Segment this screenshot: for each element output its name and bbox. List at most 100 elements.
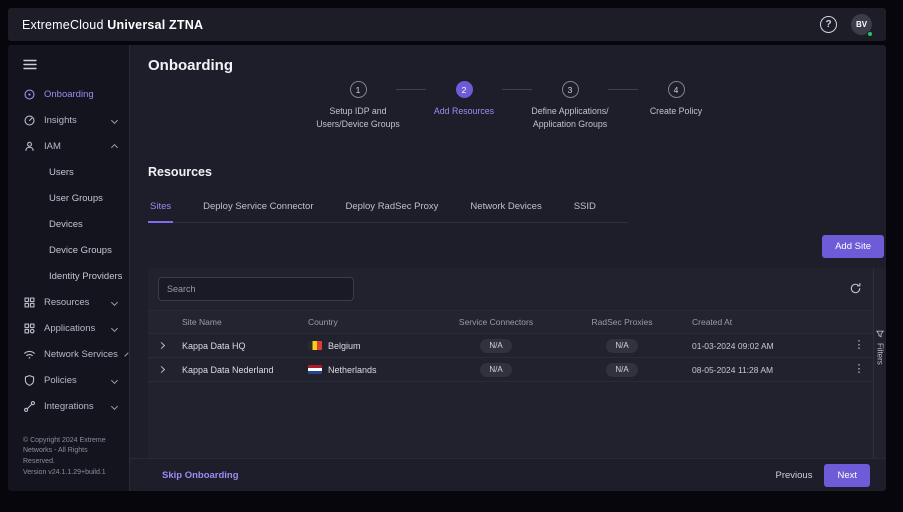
step-1[interactable]: 1 Setup IDP and Users/Device Groups <box>312 81 404 131</box>
onboarding-stepper: 1 Setup IDP and Users/Device Groups 2 Ad… <box>312 45 722 131</box>
row-menu-icon[interactable]: ⋮ <box>845 340 873 351</box>
previous-button[interactable]: Previous <box>775 470 812 481</box>
refresh-icon[interactable] <box>849 282 862 300</box>
wizard-footer: Skip Onboarding Previous Next <box>130 458 886 491</box>
step-2[interactable]: 2 Add Resources <box>418 81 510 118</box>
menu-icon[interactable] <box>8 45 129 81</box>
policies-icon <box>23 374 36 387</box>
step-4-label: Create Policy <box>630 105 722 118</box>
chevron-down-icon <box>111 116 118 123</box>
sidebar-item-integrations[interactable]: Integrations <box>8 393 129 419</box>
sidebar-nav: Onboarding Insights IAM Users User Group… <box>8 81 129 428</box>
column-header-site-name[interactable]: Site Name <box>174 317 300 327</box>
add-site-button[interactable]: Add Site <box>822 235 884 258</box>
filter-funnel-icon <box>876 330 884 338</box>
created-at-cell: 01-03-2024 09:02 AM <box>684 341 845 351</box>
sidebar-item-devices[interactable]: Devices <box>8 211 129 237</box>
skip-onboarding-link[interactable]: Skip Onboarding <box>162 470 239 481</box>
tab-deploy-radsec-proxy[interactable]: Deploy RadSec Proxy <box>343 201 440 222</box>
sidebar-item-label: IAM <box>44 141 61 152</box>
top-bar: ExtremeCloud Universal ZTNA ? BV <box>8 8 886 41</box>
step-1-circle: 1 <box>350 81 367 98</box>
brand-bold: Universal ZTNA <box>107 18 203 32</box>
service-connectors-cell: N/A <box>480 363 511 377</box>
main-header: Onboarding 1 Setup IDP and Users/Device … <box>148 45 886 151</box>
version-text: Version v24.1.1.29+build.1 <box>23 468 121 479</box>
sites-table-panel: Site Name Country Service Connectors Rad… <box>148 268 886 458</box>
table-row[interactable]: Kappa Data HQ Belgium N/A N/A 01-03-2024… <box>148 334 873 358</box>
row-expand-icon[interactable] <box>148 343 174 348</box>
sidebar-item-label: Applications <box>44 323 95 334</box>
column-header-created-at[interactable]: Created At <box>684 317 845 327</box>
sidebar-item-resources[interactable]: Resources <box>8 289 129 315</box>
row-expand-icon[interactable] <box>148 367 174 372</box>
brand-regular: ExtremeCloud <box>22 18 104 32</box>
sidebar-item-identity-providers[interactable]: Identity Providers <box>8 263 129 289</box>
step-2-label: Add Resources <box>418 105 510 118</box>
filters-toggle[interactable]: Filters <box>873 268 886 458</box>
sidebar-item-label: Network Services <box>44 349 118 360</box>
country-label: Netherlands <box>328 365 377 375</box>
sidebar-item-policies[interactable]: Policies <box>8 367 129 393</box>
resources-icon <box>23 296 36 309</box>
help-icon[interactable]: ? <box>820 16 837 33</box>
wizard-footer-actions: Previous Next <box>775 464 870 487</box>
step-4-circle: 4 <box>668 81 685 98</box>
tab-sites[interactable]: Sites <box>148 201 173 223</box>
sidebar-item-network-services[interactable]: Network Services <box>8 341 129 367</box>
sidebar-item-monitor[interactable]: Monitor <box>8 419 129 428</box>
row-menu-icon[interactable]: ⋮ <box>845 364 873 375</box>
na-badge: N/A <box>606 339 637 353</box>
sidebar-item-device-groups[interactable]: Device Groups <box>8 237 129 263</box>
sidebar-item-label: Onboarding <box>44 89 94 100</box>
sub-item-label: Identity Providers <box>49 271 122 282</box>
tab-deploy-service-connector[interactable]: Deploy Service Connector <box>201 201 315 222</box>
step-3-label: Define Applications/ Application Groups <box>524 105 616 131</box>
sidebar-item-label: Insights <box>44 115 77 126</box>
next-button[interactable]: Next <box>824 464 870 487</box>
sidebar-item-onboarding[interactable]: Onboarding <box>8 81 129 107</box>
chevron-down-icon <box>111 298 118 305</box>
add-site-row: Add Site <box>148 235 884 258</box>
copyright-text: © Copyright 2024 Extreme Networks - All … <box>23 436 121 469</box>
sidebar-item-user-groups[interactable]: User Groups <box>8 185 129 211</box>
sidebar-footer: © Copyright 2024 Extreme Networks - All … <box>8 428 129 491</box>
app-root: ExtremeCloud Universal ZTNA ? BV Onboard… <box>8 8 886 491</box>
search-input[interactable] <box>158 277 354 301</box>
sidebar-item-label: Integrations <box>44 401 94 412</box>
sidebar: Onboarding Insights IAM Users User Group… <box>8 45 130 491</box>
table-row[interactable]: Kappa Data Nederland Netherlands N/A N/A… <box>148 358 873 382</box>
sidebar-item-insights[interactable]: Insights <box>8 107 129 133</box>
step-3[interactable]: 3 Define Applications/ Application Group… <box>524 81 616 131</box>
sub-item-label: User Groups <box>49 193 103 204</box>
tab-network-devices[interactable]: Network Devices <box>468 201 543 222</box>
na-badge: N/A <box>480 339 511 353</box>
site-name-cell: Kappa Data Nederland <box>174 365 300 375</box>
sidebar-item-iam[interactable]: IAM <box>8 133 129 159</box>
iam-icon <box>23 140 36 153</box>
integrations-icon <box>23 400 36 413</box>
tab-ssid[interactable]: SSID <box>572 201 598 222</box>
avatar[interactable]: BV <box>851 14 872 35</box>
insights-icon <box>23 114 36 127</box>
step-2-circle: 2 <box>456 81 473 98</box>
column-header-service-connectors[interactable]: Service Connectors <box>459 317 533 327</box>
main-content: Onboarding 1 Setup IDP and Users/Device … <box>130 45 886 491</box>
sidebar-item-applications[interactable]: Applications <box>8 315 129 341</box>
country-label: Belgium <box>328 341 361 351</box>
resources-tabs: Sites Deploy Service Connector Deploy Ra… <box>148 201 628 223</box>
sidebar-item-users[interactable]: Users <box>8 159 129 185</box>
section-title-resources: Resources <box>148 165 886 179</box>
column-header-country[interactable]: Country <box>300 317 432 327</box>
step-1-label: Setup IDP and Users/Device Groups <box>312 105 404 131</box>
chevron-up-icon <box>111 144 118 151</box>
step-4[interactable]: 4 Create Policy <box>630 81 722 118</box>
column-header-radsec-proxies[interactable]: RadSec Proxies <box>592 317 653 327</box>
onboarding-icon <box>23 88 36 101</box>
country-cell: Netherlands <box>300 365 432 375</box>
country-cell: Belgium <box>300 341 432 351</box>
radsec-proxies-cell: N/A <box>606 363 637 377</box>
filters-label: Filters <box>876 343 885 365</box>
chevron-down-icon <box>111 402 118 409</box>
chevron-down-icon <box>124 352 128 356</box>
